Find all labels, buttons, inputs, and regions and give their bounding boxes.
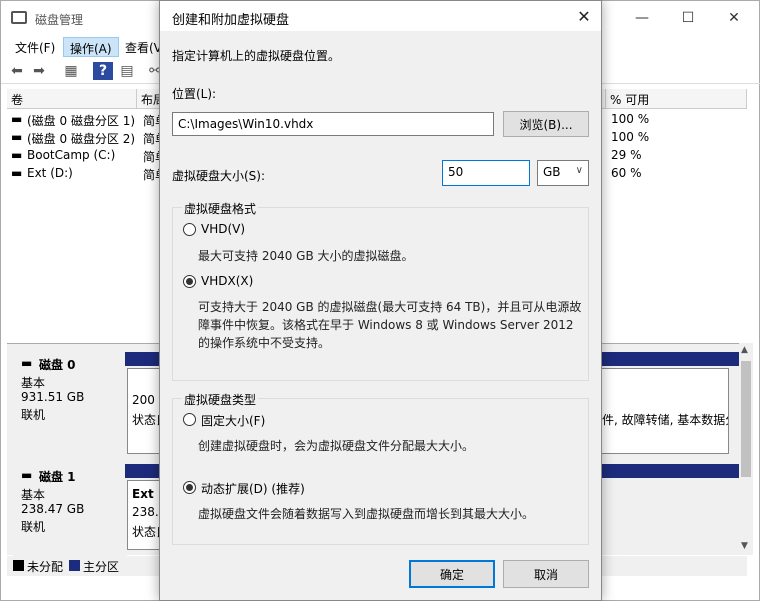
menu-file[interactable]: 文件(F) <box>9 37 61 57</box>
forward-arrow-icon[interactable]: ➡ <box>29 62 49 80</box>
vhdx-label[interactable]: VHDX(X) <box>201 274 253 288</box>
column-free[interactable]: % 可用 <box>605 89 747 109</box>
disk-size: 238.47 GB <box>21 502 85 516</box>
back-arrow-icon[interactable]: ⬅ <box>7 62 27 80</box>
unit-select[interactable]: GB ∨ <box>537 160 589 186</box>
properties-icon[interactable]: ▤ <box>117 62 137 80</box>
scroll-down-icon[interactable]: ▼ <box>741 541 748 551</box>
volume-icon: ▬ <box>11 130 23 144</box>
type-group-title: 虚拟硬盘类型 <box>182 391 259 408</box>
vhdx-description-line: 障事件中恢复。该格式在早于 Windows 8 或 Windows Server… <box>198 318 574 332</box>
console-tree-icon[interactable]: ▦ <box>61 62 81 80</box>
legend-primary: 主分区 <box>83 560 120 574</box>
location-input[interactable]: C:\Images\Win10.vhdx <box>172 112 494 136</box>
volume-free: 100 % <box>611 130 650 144</box>
disk-1-label[interactable]: ▬ 磁盘 1 基本 238.47 GB 联机 <box>13 462 127 562</box>
vhd-label[interactable]: VHD(V) <box>201 222 245 236</box>
dynamic-label[interactable]: 动态扩展(D) (推荐) <box>201 480 305 497</box>
volume-icon: ▬ <box>11 112 23 126</box>
disk-icon: ▬ <box>21 468 33 482</box>
chevron-down-icon: ∨ <box>575 165 583 176</box>
close-icon[interactable]: ✕ <box>711 1 757 35</box>
minimize-icon[interactable]: — <box>619 1 665 35</box>
maximize-icon[interactable]: ☐ <box>665 1 711 35</box>
dynamic-radio[interactable] <box>183 481 196 494</box>
scroll-thumb[interactable] <box>741 361 751 477</box>
vhdx-description-line: 可支持大于 2040 GB 的虚拟磁盘(最大可支持 64 TB)，并且可从电源故 <box>198 300 582 314</box>
dynamic-description: 虚拟硬盘文件会随着数据写入到虚拟硬盘而增长到其最大大小。 <box>198 507 535 521</box>
volume-free: 60 % <box>611 166 642 180</box>
menu-action[interactable]: 操作(A) <box>63 37 119 57</box>
disk-name: 磁盘 1 <box>39 470 76 484</box>
close-icon[interactable]: ✕ <box>567 1 601 31</box>
dialog-titlebar[interactable]: 创建和附加虚拟硬盘 ✕ <box>160 1 601 31</box>
vhdx-description-line: 的操作系统中不受支持。 <box>198 336 331 350</box>
volume-icon: ▬ <box>11 166 23 180</box>
ok-button[interactable]: 确定 <box>409 560 495 588</box>
scroll-up-icon[interactable]: ▲ <box>741 345 748 355</box>
vertical-scrollbar[interactable]: ▲ ▼ <box>739 343 753 555</box>
disk-status: 联机 <box>21 408 46 422</box>
volume-name: BootCamp (C:) <box>27 148 116 162</box>
fixed-size-label[interactable]: 固定大小(F) <box>201 412 265 429</box>
disk-size: 931.51 GB <box>21 390 85 404</box>
column-volume[interactable]: 卷 <box>7 89 137 109</box>
dialog-title: 创建和附加虚拟硬盘 <box>172 13 290 28</box>
volume-free: 100 % <box>611 112 650 126</box>
vhd-description: 最大可支持 2040 GB 大小的虚拟磁盘。 <box>198 249 414 263</box>
volume-free: 29 % <box>611 148 642 162</box>
disk-type: 基本 <box>21 376 46 390</box>
primary-swatch <box>69 560 80 571</box>
browse-button[interactable]: 浏览(B)... <box>503 111 589 137</box>
volume-icon: ▬ <box>11 148 23 162</box>
vhdx-radio[interactable] <box>183 275 196 288</box>
volume-name: (磁盘 0 磁盘分区 1) <box>27 114 136 128</box>
partition-status: 件, 故障转储, 基本数据分 <box>602 413 729 427</box>
vhd-radio[interactable] <box>183 223 196 236</box>
window-title: 磁盘管理 <box>35 13 84 27</box>
size-input[interactable]: 50 <box>442 160 530 186</box>
help-icon[interactable]: ? <box>93 62 113 80</box>
unallocated-swatch <box>13 560 24 571</box>
fixed-size-radio[interactable] <box>183 413 196 426</box>
volume-name: Ext (D:) <box>27 166 73 180</box>
partition-name: Ext <box>132 487 154 501</box>
legend-unallocated: 未分配 <box>27 560 64 574</box>
disk-status: 联机 <box>21 520 46 534</box>
disk-0-label[interactable]: ▬ 磁盘 0 基本 931.51 GB 联机 <box>13 350 127 450</box>
unit-value: GB <box>543 165 561 179</box>
disk-management-icon <box>11 11 27 24</box>
volume-name: (磁盘 0 磁盘分区 2) <box>27 132 136 146</box>
format-group-title: 虚拟硬盘格式 <box>182 200 259 217</box>
disk-icon: ▬ <box>21 356 33 370</box>
disk-type: 基本 <box>21 488 46 502</box>
create-vhd-dialog: 创建和附加虚拟硬盘 ✕ 指定计算机上的虚拟硬盘位置。 位置(L): C:\Ima… <box>159 0 602 601</box>
instruction-text: 指定计算机上的虚拟硬盘位置。 <box>172 49 341 63</box>
disk-0-partition-last[interactable]: 件, 故障转储, 基本数据分 <box>597 368 729 454</box>
cancel-button[interactable]: 取消 <box>503 560 589 588</box>
size-label: 虚拟硬盘大小(S): <box>172 169 266 183</box>
fixed-size-description: 创建虚拟硬盘时，会为虚拟硬盘文件分配最大大小。 <box>198 439 475 453</box>
location-label: 位置(L): <box>172 87 217 101</box>
disk-name: 磁盘 0 <box>39 358 76 372</box>
